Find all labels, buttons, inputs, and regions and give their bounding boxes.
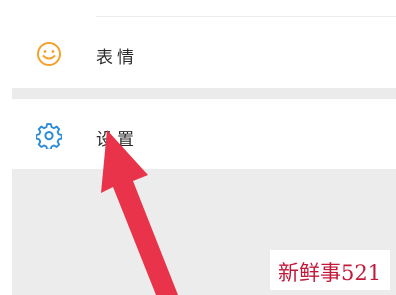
settings-screen: 表情 设置 新鲜事521 [0, 0, 396, 295]
watermark-text: 新鲜事521 [278, 261, 382, 285]
watermark: 新鲜事521 [270, 250, 390, 290]
menu-item-expressions[interactable]: 表情 [12, 17, 396, 89]
smiley-icon [37, 42, 61, 66]
menu-item-settings[interactable]: 设置 [12, 99, 396, 171]
left-edge [0, 0, 12, 295]
section-gap [12, 88, 396, 99]
gear-icon [36, 123, 62, 149]
menu-item-label: 设置 [96, 130, 138, 150]
menu-item-label: 表情 [96, 48, 138, 68]
